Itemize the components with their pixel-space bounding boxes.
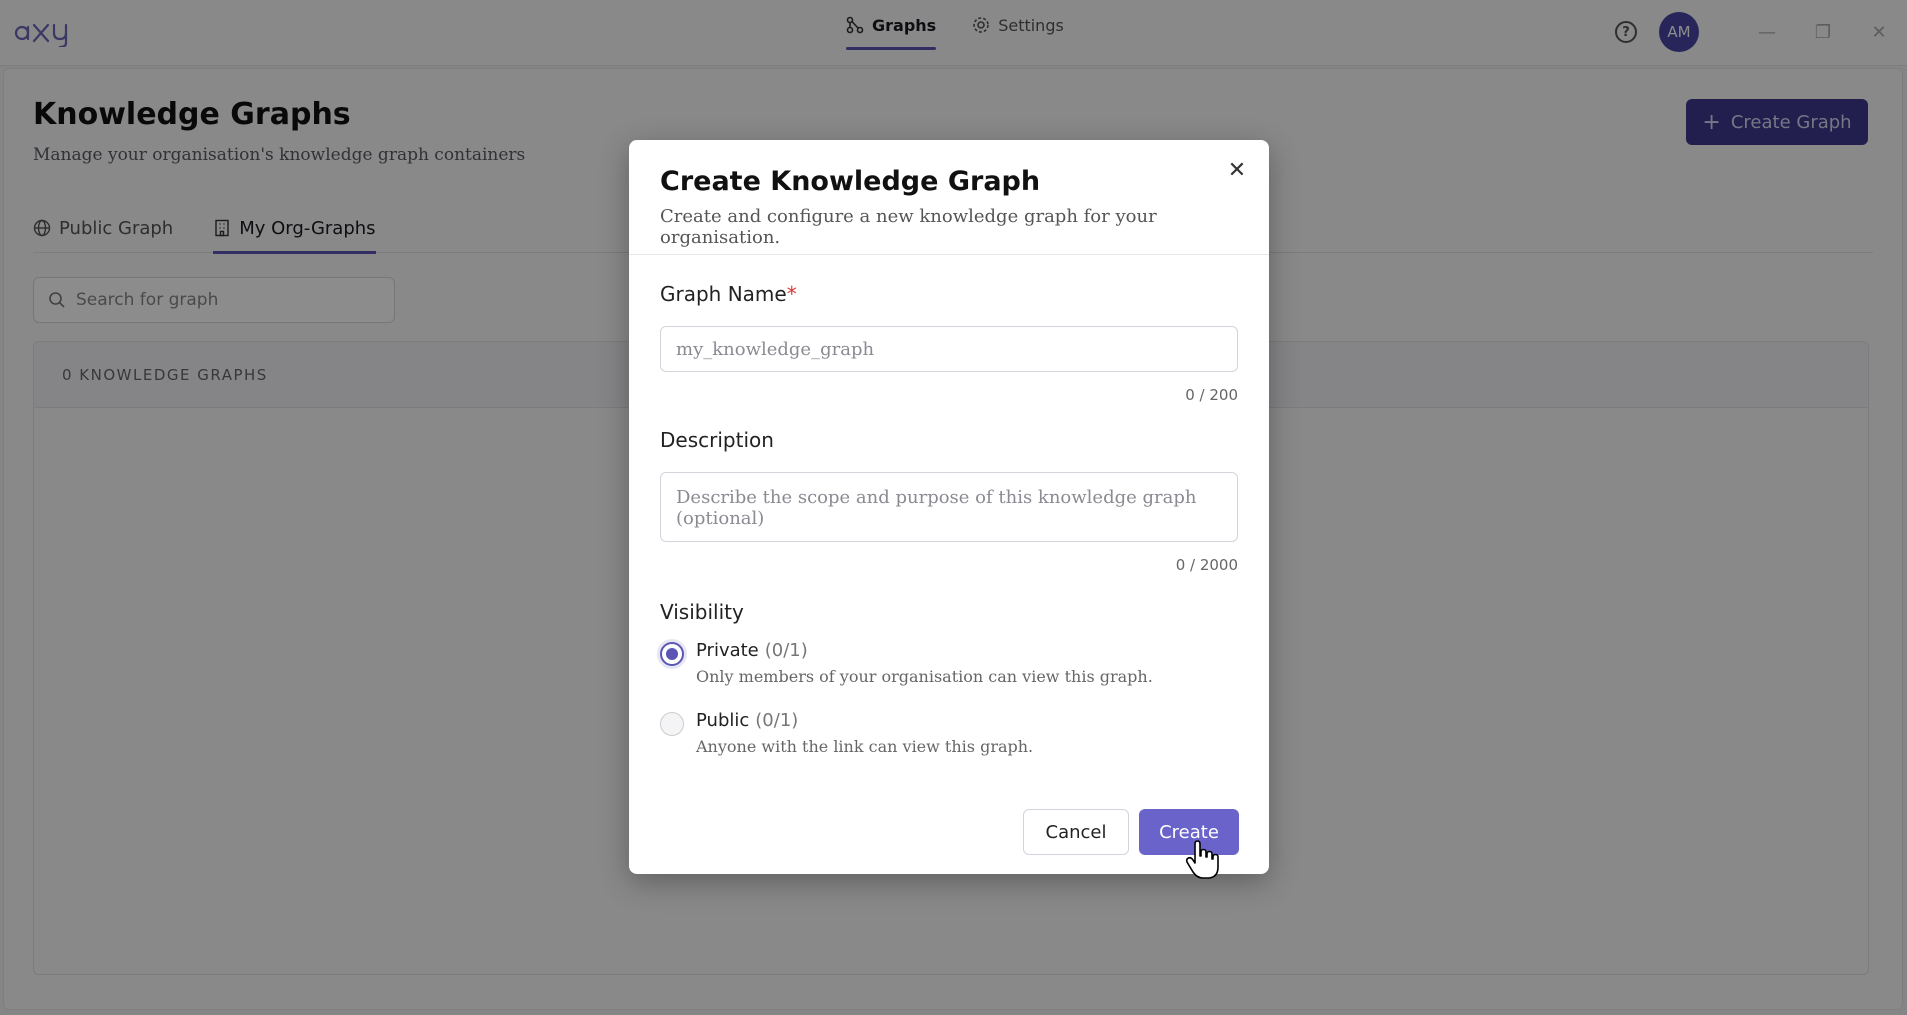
close-icon[interactable]: ✕ (1225, 158, 1249, 183)
graph-name-counter: 0 / 200 (1185, 386, 1238, 404)
graph-name-label-text: Graph Name (660, 282, 787, 306)
private-description: Only members of your organisation can vi… (696, 667, 1153, 686)
graph-name-label: Graph Name* (660, 282, 797, 306)
graph-name-field[interactable]: my_knowledge_graph (660, 326, 1238, 372)
public-count: (0/1) (755, 710, 799, 731)
visibility-label: Visibility (660, 600, 744, 624)
private-count: (0/1) (764, 640, 808, 661)
public-title: Public (696, 710, 750, 731)
dialog-title: Create Knowledge Graph (660, 166, 1041, 197)
description-placeholder: Describe the scope and purpose of this k… (676, 487, 1197, 529)
dialog-subtitle: Create and configure a new knowledge gra… (660, 206, 1157, 248)
public-description: Anyone with the link can view this graph… (696, 737, 1034, 756)
private-radio[interactable] (660, 642, 684, 666)
required-marker: * (786, 282, 797, 306)
description-field[interactable]: Describe the scope and purpose of this k… (660, 472, 1238, 542)
private-title: Private (696, 640, 759, 661)
visibility-option-public[interactable]: Public (0/1) Anyone with the link can vie… (660, 710, 1033, 756)
create-graph-dialog: ✕ Create Knowledge Graph Create and conf… (629, 140, 1269, 874)
cancel-button[interactable]: Cancel (1023, 809, 1129, 855)
graph-name-placeholder: my_knowledge_graph (676, 338, 875, 360)
hand-cursor-icon (1185, 840, 1219, 879)
description-counter: 0 / 2000 (1175, 556, 1238, 574)
public-radio[interactable] (660, 712, 684, 736)
description-label: Description (660, 428, 774, 452)
visibility-option-private[interactable]: Private (0/1) Only members of your organi… (660, 640, 1153, 686)
divider (629, 254, 1269, 255)
